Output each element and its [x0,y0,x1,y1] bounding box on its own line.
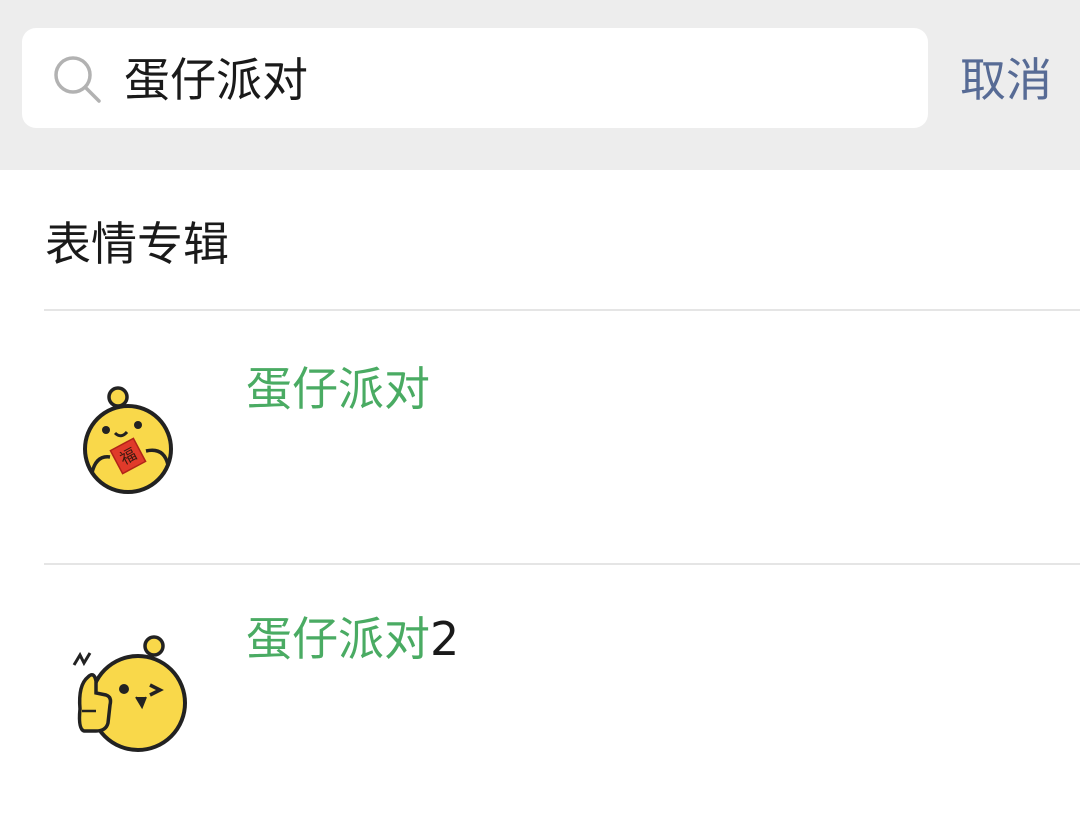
search-query-text[interactable]: 蛋仔派对 [124,50,308,110]
section-title: 表情专辑 [45,217,229,271]
egg-party-fu-sticker-icon: 福 [83,386,173,494]
search-bar: 蛋仔派对 取消 [0,0,1080,170]
list-item-title: 蛋仔派对 [246,362,430,416]
egg-party-thumbs-up-sticker-icon [72,635,187,752]
search-icon [54,56,101,103]
list-item-title: 蛋仔派对2 [246,612,460,666]
list-item-sticker-album[interactable]: 福 蛋仔派对 [0,311,1080,563]
list-item-sticker-album[interactable]: 蛋仔派对2 [0,565,1080,817]
cancel-button[interactable]: 取消 [960,50,1052,110]
